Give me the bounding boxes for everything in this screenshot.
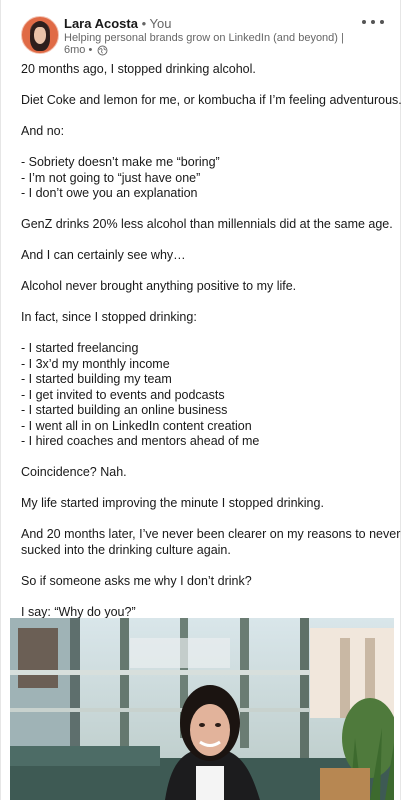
- post-paragraph: So if someone asks me why I don’t drink?: [21, 574, 391, 590]
- post-line: Alcohol never brought anything positive …: [21, 279, 297, 293]
- post-image[interactable]: [10, 618, 394, 800]
- author-relation: • You: [141, 16, 172, 31]
- post-line: 20 months ago, I stopped drinking alcoho…: [21, 62, 256, 76]
- post-body: 20 months ago, I stopped drinking alcoho…: [21, 62, 401, 636]
- post-line: And no:: [21, 124, 65, 138]
- post-paragraph: And I can certainly see why…: [21, 248, 391, 264]
- avatar-face: [34, 27, 46, 44]
- post-line: Coincidence? Nah.: [21, 465, 127, 479]
- post-paragraph: GenZ drinks 20% less alcohol than millen…: [21, 217, 393, 233]
- post-line: - I went all in on LinkedIn content crea…: [21, 418, 252, 433]
- post-line: - I started building my team: [21, 372, 172, 386]
- post-paragraph: Alcohol never brought anything positive …: [21, 279, 391, 295]
- post-line: - I don’t owe you an explanation: [21, 186, 198, 200]
- post-line: My life started improving the minute I s…: [21, 496, 324, 510]
- author-avatar[interactable]: [21, 16, 59, 54]
- post-line: And 20 months later, I’ve never been cle…: [21, 527, 401, 541]
- post-paragraph: Coincidence? Nah.: [21, 465, 391, 481]
- post-paragraph: - I started freelancing - I 3x’d my month…: [21, 341, 391, 450]
- post-paragraph: My life started improving the minute I s…: [21, 496, 391, 512]
- post-line: - I get invited to events and podcasts: [21, 387, 225, 402]
- post-line: So if someone asks me why I don’t drink?: [21, 573, 252, 588]
- post-line: - I’m not going to “just have one”: [21, 170, 201, 185]
- author-name[interactable]: Lara Acosta: [64, 16, 138, 31]
- author-headline: Helping personal brands grow on LinkedIn…: [64, 32, 344, 44]
- post-line: - I started freelancing: [21, 341, 139, 355]
- post-line: - Sobriety doesn’t make me “boring”: [21, 155, 220, 169]
- post-line: - I started building an online business: [21, 403, 228, 417]
- post-header: Lara Acosta • You Helping personal brand…: [1, 0, 400, 60]
- post-paragraph: 20 months ago, I stopped drinking alcoho…: [21, 62, 391, 78]
- post-line: And I can certainly see why…: [21, 248, 186, 262]
- post-meta: 6mo •: [64, 44, 108, 57]
- post-paragraph: In fact, since I stopped drinking:: [21, 310, 391, 326]
- post-paragraph: And 20 months later, I’ve never been cle…: [21, 527, 401, 558]
- author-name-line: Lara Acosta • You: [64, 15, 171, 32]
- post-paragraph: Diet Coke and lemon for me, or kombucha …: [21, 93, 401, 109]
- more-dot: [362, 20, 366, 24]
- more-dot: [371, 20, 375, 24]
- post-line: GenZ drinks 20% less alcohol than millen…: [21, 217, 393, 231]
- post-line: - I hired coaches and mentors ahead of m…: [21, 434, 260, 448]
- post-paragraph: And no:: [21, 124, 391, 140]
- post-line: - I 3x’d my monthly income: [21, 356, 170, 371]
- linkedin-post-card: Lara Acosta • You Helping personal brand…: [0, 0, 401, 800]
- post-photo-illustration: [10, 618, 394, 800]
- more-dot: [380, 20, 384, 24]
- post-line: Diet Coke and lemon for me, or kombucha …: [21, 93, 401, 107]
- post-line: In fact, since I stopped drinking:: [21, 310, 197, 324]
- more-options-icon[interactable]: [362, 14, 384, 30]
- globe-icon: [97, 45, 108, 56]
- post-line: sucked into the drinking culture again.: [21, 542, 231, 557]
- post-time: 6mo •: [64, 44, 93, 56]
- post-paragraph: - Sobriety doesn’t make me “boring” - I’m…: [21, 155, 391, 202]
